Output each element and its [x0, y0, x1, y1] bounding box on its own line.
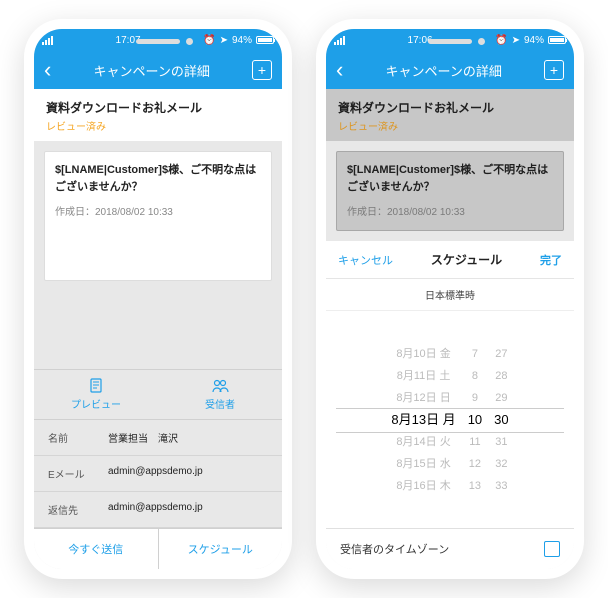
info-section: 名前 営業担当 滝沢 Eメール admin@appsdemo.jp 返信先 ad… — [34, 420, 282, 528]
status-bar: 17:07 ⏰ ➤ 94% — [34, 29, 282, 51]
battery-icon — [548, 36, 566, 44]
battery-pct: 94% — [524, 35, 544, 46]
campaign-title: 資料ダウンロードお礼メール — [46, 99, 270, 116]
campaign-status: レビュー済み — [46, 118, 270, 133]
status-time: 17:06 — [408, 35, 433, 46]
tab-preview-label: プレビュー — [71, 400, 121, 411]
sheet-title: スケジュール — [431, 251, 502, 268]
email-created: 作成日：2018/08/02 10:33 — [347, 203, 553, 218]
phone-right: 17:06 ⏰ ➤ 94% ‹ キャンペーンの詳細 + 資料ダウンロードお礼メー… — [316, 19, 584, 579]
document-icon — [88, 378, 104, 394]
name-value: 営業担当 滝沢 — [108, 430, 178, 445]
nav-title: キャンペーンの詳細 — [93, 61, 209, 80]
name-label: 名前 — [48, 430, 108, 445]
recipient-tz-label: 受信者のタイムゾーン — [340, 541, 449, 557]
campaign-status: レビュー済み — [338, 118, 562, 133]
sheet-header: キャンセル スケジュール 完了 — [326, 241, 574, 279]
battery-icon — [256, 36, 274, 44]
people-icon — [211, 378, 229, 394]
email-card[interactable]: $[LNAME|Customer]$様、ご不明な点はございませんか？ 作成日：2… — [44, 151, 272, 281]
replyto-label: 返信先 — [48, 502, 108, 517]
screen-right: 17:06 ⏰ ➤ 94% ‹ キャンペーンの詳細 + 資料ダウンロードお礼メー… — [326, 29, 574, 569]
add-button[interactable]: + — [544, 60, 564, 80]
location-icon: ➤ — [512, 35, 520, 46]
tabs: プレビュー 受信者 — [34, 369, 282, 420]
row-email: Eメール admin@appsdemo.jp — [34, 456, 282, 492]
row-name: 名前 営業担当 滝沢 — [34, 420, 282, 456]
email-value: admin@appsdemo.jp — [108, 466, 203, 481]
campaign-header: 資料ダウンロードお礼メール レビュー済み — [34, 89, 282, 141]
email-created: 作成日：2018/08/02 10:33 — [55, 203, 261, 218]
tab-preview[interactable]: プレビュー — [34, 370, 158, 419]
recipient-tz-row[interactable]: 受信者のタイムゾーン — [326, 528, 574, 569]
email-subject: $[LNAME|Customer]$様、ご不明な点はございませんか？ — [347, 162, 553, 195]
datetime-picker[interactable]: 8月10日 金 8月11日 土 8月12日 日 8月13日 月 8月14日 火 … — [326, 311, 574, 528]
cancel-button[interactable]: キャンセル — [338, 252, 393, 268]
schedule-sheet: キャンセル スケジュール 完了 日本標準時 8月10日 金 8月11日 土 8月… — [326, 241, 574, 569]
signal-icon — [334, 36, 345, 45]
nav-bar: ‹ キャンペーンの詳細 + — [34, 51, 282, 89]
campaign-header: 資料ダウンロードお礼メール レビュー済み — [326, 89, 574, 141]
back-button[interactable]: ‹ — [44, 57, 51, 83]
back-button[interactable]: ‹ — [336, 57, 343, 83]
phone-left: 17:07 ⏰ ➤ 94% ‹ キャンペーンの詳細 + 資料ダウンロードお礼メー… — [24, 19, 292, 579]
status-time: 17:07 — [116, 35, 141, 46]
schedule-button[interactable]: スケジュール — [159, 529, 283, 569]
recipient-tz-checkbox[interactable] — [544, 541, 560, 557]
status-bar: 17:06 ⏰ ➤ 94% — [326, 29, 574, 51]
signal-icon — [42, 36, 53, 45]
done-button[interactable]: 完了 — [540, 252, 562, 268]
nav-bar: ‹ キャンペーンの詳細 + — [326, 51, 574, 89]
timezone-label: 日本標準時 — [326, 279, 574, 311]
tab-recipients-label: 受信者 — [205, 400, 235, 411]
picker-date-col[interactable]: 8月10日 金 8月11日 土 8月12日 日 8月13日 月 8月14日 火 … — [391, 343, 455, 497]
battery-pct: 94% — [232, 35, 252, 46]
tab-recipients[interactable]: 受信者 — [158, 370, 282, 419]
alarm-icon: ⏰ — [495, 35, 507, 46]
send-now-button[interactable]: 今すぐ送信 — [34, 529, 159, 569]
add-button[interactable]: + — [252, 60, 272, 80]
picker-hour-col[interactable]: 7 8 9 10 11 12 13 — [468, 343, 482, 497]
footer-actions: 今すぐ送信 スケジュール — [34, 528, 282, 569]
alarm-icon: ⏰ — [203, 35, 215, 46]
email-subject: $[LNAME|Customer]$様、ご不明な点はございませんか？ — [55, 162, 261, 195]
replyto-value: admin@appsdemo.jp — [108, 502, 203, 517]
nav-title: キャンペーンの詳細 — [385, 61, 501, 80]
email-card[interactable]: $[LNAME|Customer]$様、ご不明な点はございませんか？ 作成日：2… — [336, 151, 564, 231]
email-label: Eメール — [48, 466, 108, 481]
screen-left: 17:07 ⏰ ➤ 94% ‹ キャンペーンの詳細 + 資料ダウンロードお礼メー… — [34, 29, 282, 569]
campaign-title: 資料ダウンロードお礼メール — [338, 99, 562, 116]
picker-min-col[interactable]: 27 28 29 30 31 32 33 — [494, 343, 508, 497]
location-icon: ➤ — [220, 35, 228, 46]
row-replyto: 返信先 admin@appsdemo.jp — [34, 492, 282, 528]
